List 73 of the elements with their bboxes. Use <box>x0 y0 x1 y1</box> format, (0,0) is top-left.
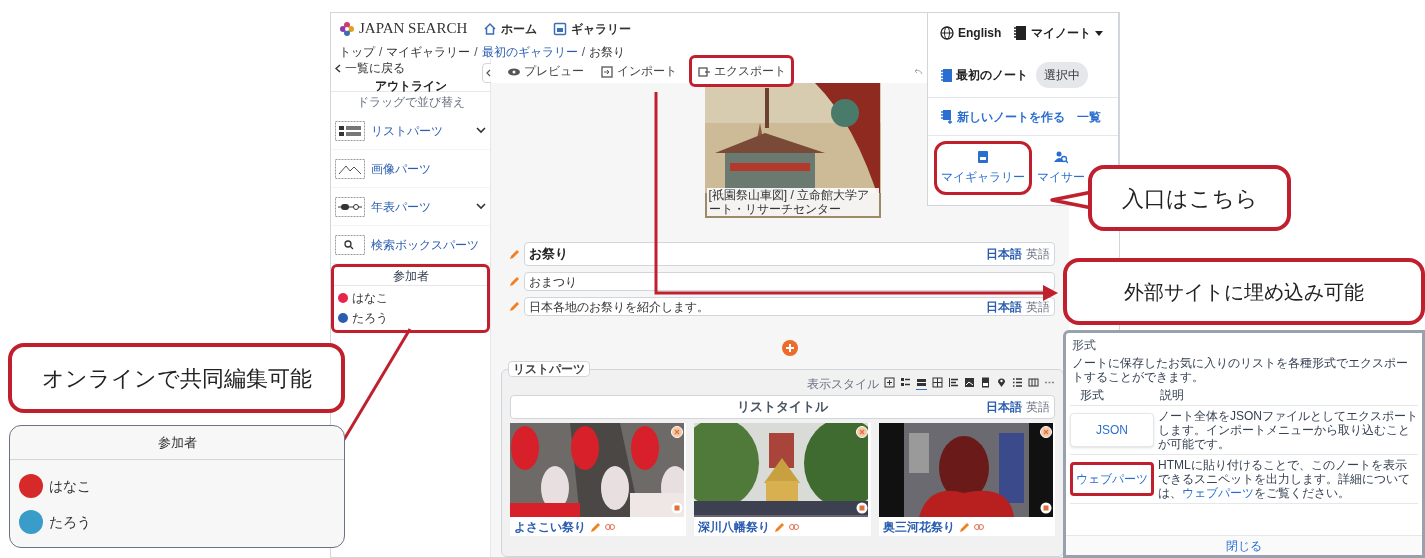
dialog-title: 形式 <box>1071 337 1097 354</box>
field-text: 日本各地のお祭りを紹介します。 <box>529 298 709 316</box>
tab[interactable]: マイギャラリー <box>934 141 1032 195</box>
part-label: 画像パーツ <box>371 160 432 178</box>
selected-badge: 選択中 <box>1036 62 1088 88</box>
language-link[interactable]: 日本語 <box>986 297 1022 316</box>
format-button[interactable]: ウェブパーツ <box>1070 462 1154 496</box>
text-field[interactable]: お祭り 日本語 英語 <box>524 242 1055 266</box>
column-header: 説明 <box>1159 387 1185 404</box>
sidebar-item[interactable]: 年表パーツ <box>331 188 490 226</box>
item-card[interactable]: 深川八幡祭り <box>694 423 871 536</box>
drag-hint: ドラッグで並び替え <box>355 94 466 111</box>
participant-name: はなこ <box>352 290 388 307</box>
row-description: HTMLに貼り付けることで、このノートを表示できるスニペットを出力します。詳細については、ウェブパーツをご覧ください。 <box>1158 458 1411 500</box>
part-label: 年表パーツ <box>371 198 432 216</box>
format-button[interactable]: JSON <box>1070 413 1154 447</box>
language-link[interactable]: 英語 <box>1026 398 1050 416</box>
participant-name: はなこ <box>49 476 91 496</box>
toolbar-button[interactable]: インポート <box>596 61 681 81</box>
part-legend: リストパーツ <box>508 361 590 377</box>
part-label: 検索ボックスパーツ <box>371 236 480 254</box>
list-title-field[interactable]: リストタイトル 日本語 英語 <box>510 395 1055 419</box>
style-label: 表示スタイル <box>807 375 879 393</box>
text-field[interactable]: おまつり <box>524 272 1055 291</box>
breadcrumb-link[interactable]: お祭り <box>589 45 626 58</box>
back-link[interactable]: 一覧に戻る <box>335 59 486 77</box>
dialog-description: ノートに保存したお気に入りのリストを各種形式でエクスポートすることができます。 <box>1071 356 1409 384</box>
item-card[interactable]: よさこい祭り <box>510 423 687 536</box>
my-note-menu[interactable]: マイノート <box>1013 24 1104 42</box>
language-link[interactable]: 日本語 <box>986 245 1022 263</box>
language-link[interactable]: 英語 <box>1026 297 1050 316</box>
text-field[interactable]: 日本各地のお祭りを紹介します。 日本語 英語 <box>524 297 1055 316</box>
inline-link[interactable]: ウェブパーツ <box>1182 486 1254 500</box>
image-caption: [祇園祭山車図] / 立命館大学アート・リサーチセンター <box>706 188 879 216</box>
participant-name: たろう <box>49 512 91 532</box>
participants-header: 参加者 <box>334 267 487 286</box>
toolbar-button[interactable]: エクスポート <box>689 55 794 87</box>
new-note-link[interactable]: 新しいノートを作る <box>940 107 1065 126</box>
part-label: リストパーツ <box>371 122 444 140</box>
breadcrumb-link[interactable]: マイギャラリー <box>386 45 471 58</box>
item-card[interactable]: 奥三河花祭り <box>878 423 1055 536</box>
item-title-link[interactable]: よさこい祭り <box>514 518 586 536</box>
panel-title: 参加者 <box>10 426 344 460</box>
callout: 入口はこちら <box>1088 165 1291 231</box>
breadcrumb-separator: / <box>379 45 383 58</box>
callout: 外部サイトに埋め込み可能 <box>1063 258 1425 325</box>
participant-name: たろう <box>352 310 388 327</box>
sidebar-item[interactable]: 検索ボックスパーツ <box>331 226 490 264</box>
breadcrumb-link[interactable]: 最初のギャラリー <box>481 45 578 58</box>
breadcrumb-separator: / <box>581 45 586 58</box>
site-logo[interactable]: JAPAN SEARCH <box>359 17 468 40</box>
sidebar-item[interactable]: 画像パーツ <box>331 150 490 188</box>
note-link[interactable]: 最初のノート <box>940 66 1028 84</box>
row-description: ノート全体をJSONファイルとしてエクスポートします。インポートメニューから取り込むことが可能です。 <box>1158 409 1418 451</box>
language-link[interactable]: 英語 <box>1026 245 1050 263</box>
item-title-link[interactable]: 深川八幡祭り <box>698 518 771 536</box>
language-link[interactable]: 日本語 <box>986 398 1022 416</box>
language-link[interactable]: English <box>940 24 1002 42</box>
nav-link[interactable]: ギャラリー <box>553 19 632 38</box>
item-title-link[interactable]: 奥三河花祭り <box>882 518 955 536</box>
list-title: リストタイトル <box>737 398 828 417</box>
callout: オンラインで共同編集可能 <box>8 343 345 413</box>
field-text: お祭り <box>529 245 568 264</box>
breadcrumb-separator: / <box>474 45 478 58</box>
close-button[interactable]: 閉じる <box>1066 535 1422 555</box>
toolbar-button[interactable]: プレビュー <box>503 61 588 81</box>
sidebar-title: アウトライン <box>373 78 448 95</box>
list-link[interactable]: 一覧 <box>1077 107 1101 126</box>
breadcrumb-link[interactable]: トップ <box>339 45 375 58</box>
nav-link[interactable]: ホーム <box>483 19 538 38</box>
column-header: 形式 <box>1079 387 1105 404</box>
field-text: おまつり <box>529 273 577 291</box>
sidebar-item[interactable]: リストパーツ <box>331 112 490 150</box>
